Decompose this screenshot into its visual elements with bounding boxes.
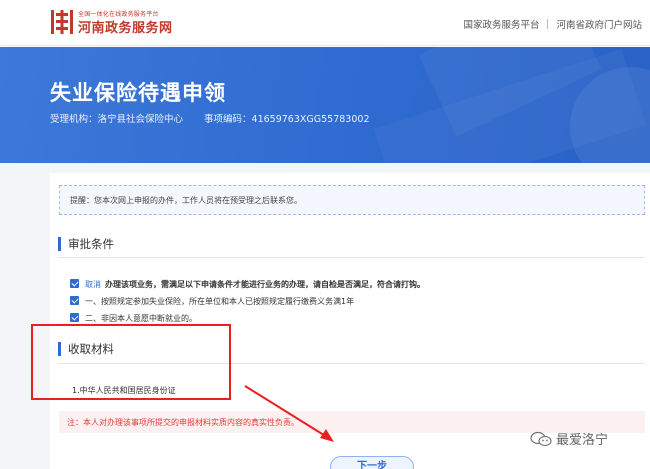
accepting-agency: 受理机构：洛宁县社会保险中心: [50, 114, 184, 125]
logo-title: 河南政务服务网: [78, 21, 173, 36]
service-banner: 失业保险待遇申领 受理机构：洛宁县社会保险中心 事项编码：41659763XGG…: [0, 47, 650, 163]
service-meta: 受理机构：洛宁县社会保险中心 事项编码：41659763XGG55783002: [50, 111, 388, 125]
condition-item: 二、非因本人意愿中断就业的。: [70, 313, 197, 324]
logo-icon: [51, 10, 73, 34]
service-code: 事项编码：41659763XGG55783002: [204, 114, 370, 125]
watermark-text: 最爱洛宁: [556, 433, 609, 448]
top-links: 国家政务服务平台 河南省政府门户网站: [463, 17, 642, 31]
condition-intro-row: 取消 办理该项业务，需满足以下申请条件才能进行业务的办理，请自检是否满足，符合请打…: [70, 279, 425, 290]
reminder-text: 提醒：您本次网上申报的办件，工作人员将在预受理之后联系您。: [70, 196, 302, 205]
warning-text: 注：本人对办理该事项所提交的申报材料实质内容的真实性负责。: [67, 418, 299, 427]
page-title: 失业保险待遇申领: [50, 81, 226, 105]
section-divider: [58, 363, 644, 364]
cancel-link[interactable]: 取消: [85, 280, 101, 289]
checkbox-icon[interactable]: [70, 296, 79, 305]
watermark: 最爱洛宁: [530, 429, 608, 448]
checkbox-icon[interactable]: [70, 279, 79, 288]
wechat-icon: [530, 431, 552, 447]
application-form: 提醒：您本次网上申报的办件，工作人员将在预受理之后联系您。 审批条件 取消 办理该…: [50, 173, 650, 469]
reminder-notice: 提醒：您本次网上申报的办件，工作人员将在预受理之后联系您。: [59, 185, 645, 215]
condition-intro-text: 办理该项业务，需满足以下申请条件才能进行业务的办理，请自检是否满足，符合请打钩。: [105, 280, 425, 289]
link-national-platform[interactable]: 国家政务服务平台: [463, 20, 539, 31]
condition-text: 二、非因本人意愿中断就业的。: [85, 314, 197, 323]
site-header: 全国一体化在线政务服务平台 河南政务服务网 国家政务服务平台 河南省政府门户网站: [0, 0, 650, 46]
link-divider: [547, 19, 549, 29]
section-heading-materials: 收取材料: [58, 342, 114, 356]
link-henan-portal[interactable]: 河南省政府门户网站: [556, 20, 642, 31]
content-area: 提醒：您本次网上申报的办件，工作人员将在预受理之后联系您。 审批条件 取消 办理该…: [0, 163, 650, 469]
section-heading-conditions: 审批条件: [58, 237, 114, 251]
site-logo[interactable]: 全国一体化在线政务服务平台 河南政务服务网: [50, 6, 190, 40]
section-divider: [58, 257, 644, 258]
checkbox-icon[interactable]: [70, 313, 79, 322]
material-item: 1.中华人民共和国居民身份证: [72, 386, 176, 395]
next-step-button[interactable]: 下一步: [330, 456, 414, 469]
condition-item: 一、按照规定参加失业保险，所在单位和本人已按照规定履行缴费义务满1年: [70, 296, 354, 307]
condition-text: 一、按照规定参加失业保险，所在单位和本人已按照规定履行缴费义务满1年: [85, 297, 355, 306]
